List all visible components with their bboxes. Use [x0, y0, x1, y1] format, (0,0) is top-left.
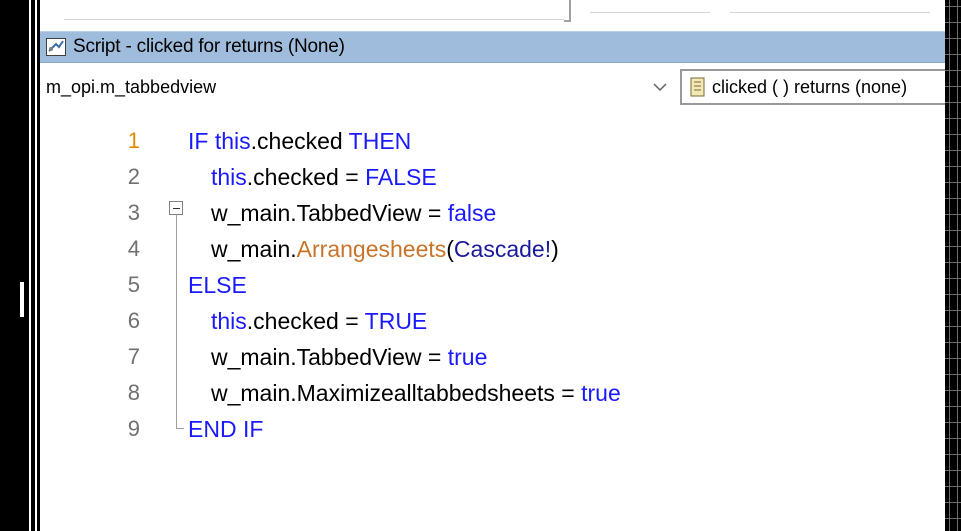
- code-token: this: [214, 127, 251, 154]
- fold-guide-end: [176, 428, 184, 429]
- code-token: true: [447, 343, 488, 370]
- background-grid: [945, 0, 961, 531]
- code-token: this: [211, 307, 247, 334]
- chevron-down-icon[interactable]: [648, 82, 672, 92]
- code-text: IF this.checked THEN: [188, 128, 411, 155]
- code-token: true: [581, 379, 621, 406]
- code-token: w_main.Maximizealltabbedsheets =: [211, 379, 582, 406]
- line-number: 9: [127, 416, 140, 441]
- code-token: IF: [188, 127, 215, 154]
- canvas-rule: [590, 12, 710, 13]
- line-number: 4: [127, 236, 140, 261]
- code-token: this: [211, 163, 247, 190]
- code-token: .checked =: [246, 307, 365, 334]
- code-token: Arrangesheets: [296, 235, 447, 262]
- canvas-notch: [564, 0, 571, 22]
- code-token: w_main.TabbedView =: [211, 199, 448, 226]
- script-window: Script - clicked for returns (None) m_op…: [40, 31, 945, 531]
- code-token: ): [551, 235, 559, 262]
- line-number: 7: [127, 344, 140, 369]
- code-token: (: [446, 235, 454, 262]
- line-number: 5: [127, 272, 140, 297]
- code-token: TRUE: [364, 307, 428, 334]
- object-selector-value: m_opi.m_tabbedview: [46, 76, 217, 97]
- frame-edge: [29, 0, 31, 531]
- code-token: IF: [242, 415, 264, 442]
- window-title: Script - clicked for returns (None): [73, 36, 345, 57]
- code-text: this.checked = TRUE: [211, 308, 427, 335]
- code-token: ELSE: [188, 271, 247, 298]
- resize-handle[interactable]: [20, 282, 24, 317]
- code-line[interactable]: 1 IF this.checked THEN: [40, 123, 945, 159]
- canvas-rule: [64, 19, 564, 20]
- event-script-icon: [690, 77, 706, 97]
- object-selector[interactable]: m_opi.m_tabbedview: [40, 69, 676, 105]
- code-text: w_main.TabbedView = true: [211, 344, 487, 371]
- code-token: w_main.TabbedView =: [211, 343, 448, 370]
- fold-guide: [176, 215, 177, 429]
- code-text: this.checked = FALSE: [211, 164, 437, 191]
- code-token: FALSE: [365, 163, 437, 190]
- fold-collapse-icon[interactable]: [169, 201, 183, 215]
- left-window-frame: [0, 0, 40, 531]
- script-titlebar[interactable]: Script - clicked for returns (None): [40, 31, 945, 63]
- event-selector[interactable]: clicked ( ) returns (none): [680, 69, 945, 105]
- line-number: 6: [127, 308, 140, 333]
- code-token: .checked: [250, 127, 349, 154]
- painter-canvas-strip: [40, 0, 945, 31]
- code-text: w_main.Arrangesheets(Cascade!): [211, 236, 559, 263]
- code-text: w_main.Maximizealltabbedsheets = true: [211, 380, 621, 407]
- code-token: Cascade!: [453, 235, 552, 262]
- event-selector-value: clicked ( ) returns (none): [712, 76, 908, 97]
- line-number: 1: [127, 128, 140, 153]
- code-text: w_main.TabbedView = false: [211, 200, 496, 227]
- selector-row: m_opi.m_tabbedview clicked ( ) returns (…: [40, 69, 945, 105]
- script-icon: [45, 36, 67, 58]
- code-token: END: [188, 415, 243, 442]
- code-token: w_main.: [211, 235, 297, 262]
- code-text: END IF: [188, 416, 263, 443]
- frame-edge: [35, 0, 37, 531]
- line-number: 2: [127, 164, 140, 189]
- code-token: THEN: [348, 127, 412, 154]
- code-text: ELSE: [188, 272, 247, 299]
- code-token: false: [447, 199, 497, 226]
- code-line[interactable]: 2 this.checked = FALSE: [40, 159, 945, 195]
- line-number: 8: [127, 380, 140, 405]
- line-number: 3: [127, 200, 140, 225]
- canvas-rule: [730, 12, 930, 13]
- code-token: .checked =: [246, 163, 366, 190]
